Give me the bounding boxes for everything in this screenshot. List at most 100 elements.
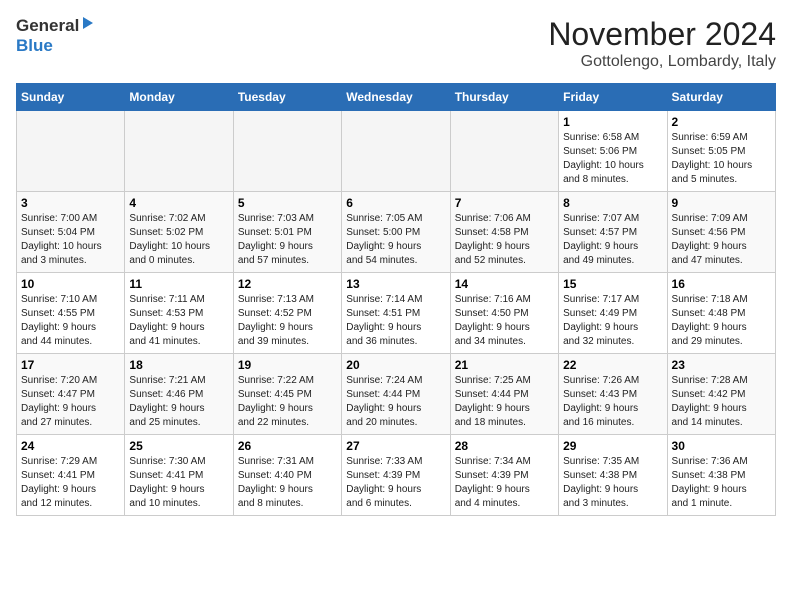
logo: General Blue: [16, 16, 95, 56]
calendar-day-cell: 28 Sunrise: 7:34 AM Sunset: 4:39 PM Dayli…: [450, 435, 558, 516]
day-info: Sunrise: 6:59 AM Sunset: 5:05 PM Dayligh…: [672, 131, 771, 187]
day-number: 24: [21, 439, 120, 453]
calendar-day-cell: 27 Sunrise: 7:33 AM Sunset: 4:39 PM Dayli…: [342, 435, 450, 516]
day-info: Sunrise: 7:17 AM Sunset: 4:49 PM Dayligh…: [563, 293, 662, 349]
day-number: 25: [129, 439, 228, 453]
day-info: Sunrise: 7:35 AM Sunset: 4:38 PM Dayligh…: [563, 455, 662, 511]
day-number: 26: [238, 439, 337, 453]
calendar-day-cell: 12 Sunrise: 7:13 AM Sunset: 4:52 PM Dayli…: [233, 273, 341, 354]
calendar-day-cell: [233, 111, 341, 192]
day-info: Sunrise: 7:20 AM Sunset: 4:47 PM Dayligh…: [21, 374, 120, 430]
weekday-header: Friday: [559, 84, 667, 111]
calendar-day-cell: 18Sunrise: 7:21 AM Sunset: 4:46 PM Dayli…: [125, 354, 233, 435]
day-number: 12: [238, 277, 337, 291]
day-number: 3: [21, 196, 120, 210]
day-info: Sunrise: 7:14 AM Sunset: 4:51 PM Dayligh…: [346, 293, 445, 349]
day-info: Sunrise: 7:13 AM Sunset: 4:52 PM Dayligh…: [238, 293, 337, 349]
calendar-day-cell: 6 Sunrise: 7:05 AM Sunset: 5:00 PM Daylig…: [342, 192, 450, 273]
calendar-day-cell: [450, 111, 558, 192]
day-number: 16: [672, 277, 771, 291]
day-info: Sunrise: 7:36 AM Sunset: 4:38 PM Dayligh…: [672, 455, 771, 511]
calendar-day-cell: 2 Sunrise: 6:59 AM Sunset: 5:05 PM Daylig…: [667, 111, 775, 192]
day-number: 10: [21, 277, 120, 291]
day-number: 30: [672, 439, 771, 453]
day-info: Sunrise: 7:18 AM Sunset: 4:48 PM Dayligh…: [672, 293, 771, 349]
calendar-week-row: 3 Sunrise: 7:00 AM Sunset: 5:04 PM Daylig…: [17, 192, 776, 273]
day-number: 13: [346, 277, 445, 291]
day-number: 22: [563, 358, 662, 372]
calendar-week-row: 24 Sunrise: 7:29 AM Sunset: 4:41 PM Dayli…: [17, 435, 776, 516]
day-number: 23: [672, 358, 771, 372]
day-info: Sunrise: 7:05 AM Sunset: 5:00 PM Dayligh…: [346, 212, 445, 268]
calendar-day-cell: 11 Sunrise: 7:11 AM Sunset: 4:53 PM Dayli…: [125, 273, 233, 354]
day-number: 20: [346, 358, 445, 372]
calendar-day-cell: 14Sunrise: 7:16 AM Sunset: 4:50 PM Dayli…: [450, 273, 558, 354]
calendar-day-cell: 13 Sunrise: 7:14 AM Sunset: 4:51 PM Dayli…: [342, 273, 450, 354]
day-info: Sunrise: 7:21 AM Sunset: 4:46 PM Dayligh…: [129, 374, 228, 430]
title-area: November 2024 Gottolengo, Lombardy, Ital…: [548, 16, 776, 71]
day-number: 19: [238, 358, 337, 372]
calendar-day-cell: 19 Sunrise: 7:22 AM Sunset: 4:45 PM Dayli…: [233, 354, 341, 435]
calendar-week-row: 10 Sunrise: 7:10 AM Sunset: 4:55 PM Dayli…: [17, 273, 776, 354]
logo-general: General: [16, 16, 79, 36]
day-info: Sunrise: 7:10 AM Sunset: 4:55 PM Dayligh…: [21, 293, 120, 349]
day-number: 9: [672, 196, 771, 210]
day-number: 4: [129, 196, 228, 210]
day-number: 28: [455, 439, 554, 453]
day-number: 27: [346, 439, 445, 453]
day-number: 17: [21, 358, 120, 372]
day-info: Sunrise: 7:02 AM Sunset: 5:02 PM Dayligh…: [129, 212, 228, 268]
calendar-day-cell: 5 Sunrise: 7:03 AM Sunset: 5:01 PM Daylig…: [233, 192, 341, 273]
day-info: Sunrise: 7:24 AM Sunset: 4:44 PM Dayligh…: [346, 374, 445, 430]
calendar-day-cell: 15 Sunrise: 7:17 AM Sunset: 4:49 PM Dayli…: [559, 273, 667, 354]
calendar-header: SundayMondayTuesdayWednesdayThursdayFrid…: [17, 84, 776, 111]
day-info: Sunrise: 7:00 AM Sunset: 5:04 PM Dayligh…: [21, 212, 120, 268]
calendar-day-cell: [125, 111, 233, 192]
day-info: Sunrise: 7:22 AM Sunset: 4:45 PM Dayligh…: [238, 374, 337, 430]
day-number: 29: [563, 439, 662, 453]
calendar-day-cell: 9 Sunrise: 7:09 AM Sunset: 4:56 PM Daylig…: [667, 192, 775, 273]
calendar-day-cell: 3 Sunrise: 7:00 AM Sunset: 5:04 PM Daylig…: [17, 192, 125, 273]
day-info: Sunrise: 7:29 AM Sunset: 4:41 PM Dayligh…: [21, 455, 120, 511]
day-info: Sunrise: 7:06 AM Sunset: 4:58 PM Dayligh…: [455, 212, 554, 268]
calendar-day-cell: 24 Sunrise: 7:29 AM Sunset: 4:41 PM Dayli…: [17, 435, 125, 516]
day-number: 1: [563, 115, 662, 129]
day-info: Sunrise: 7:25 AM Sunset: 4:44 PM Dayligh…: [455, 374, 554, 430]
day-number: 2: [672, 115, 771, 129]
day-info: Sunrise: 7:11 AM Sunset: 4:53 PM Dayligh…: [129, 293, 228, 349]
calendar-day-cell: 10 Sunrise: 7:10 AM Sunset: 4:55 PM Dayli…: [17, 273, 125, 354]
calendar-day-cell: 20 Sunrise: 7:24 AM Sunset: 4:44 PM Dayli…: [342, 354, 450, 435]
weekday-header: Tuesday: [233, 84, 341, 111]
day-info: Sunrise: 7:34 AM Sunset: 4:39 PM Dayligh…: [455, 455, 554, 511]
day-info: Sunrise: 7:28 AM Sunset: 4:42 PM Dayligh…: [672, 374, 771, 430]
weekday-header: Sunday: [17, 84, 125, 111]
calendar-day-cell: 16 Sunrise: 7:18 AM Sunset: 4:48 PM Dayli…: [667, 273, 775, 354]
day-info: Sunrise: 7:16 AM Sunset: 4:50 PM Dayligh…: [455, 293, 554, 349]
calendar-day-cell: 29 Sunrise: 7:35 AM Sunset: 4:38 PM Dayli…: [559, 435, 667, 516]
calendar-day-cell: 22Sunrise: 7:26 AM Sunset: 4:43 PM Dayli…: [559, 354, 667, 435]
day-number: 11: [129, 277, 228, 291]
day-info: Sunrise: 6:58 AM Sunset: 5:06 PM Dayligh…: [563, 131, 662, 187]
calendar-day-cell: 23 Sunrise: 7:28 AM Sunset: 4:42 PM Dayli…: [667, 354, 775, 435]
day-info: Sunrise: 7:03 AM Sunset: 5:01 PM Dayligh…: [238, 212, 337, 268]
day-info: Sunrise: 7:33 AM Sunset: 4:39 PM Dayligh…: [346, 455, 445, 511]
day-info: Sunrise: 7:07 AM Sunset: 4:57 PM Dayligh…: [563, 212, 662, 268]
header: General Blue November 2024 Gottolengo, L…: [16, 16, 776, 71]
day-info: Sunrise: 7:09 AM Sunset: 4:56 PM Dayligh…: [672, 212, 771, 268]
calendar-day-cell: 7 Sunrise: 7:06 AM Sunset: 4:58 PM Daylig…: [450, 192, 558, 273]
day-number: 8: [563, 196, 662, 210]
day-number: 6: [346, 196, 445, 210]
weekday-header: Saturday: [667, 84, 775, 111]
day-info: Sunrise: 7:30 AM Sunset: 4:41 PM Dayligh…: [129, 455, 228, 511]
calendar: SundayMondayTuesdayWednesdayThursdayFrid…: [16, 83, 776, 516]
day-number: 15: [563, 277, 662, 291]
calendar-day-cell: 25 Sunrise: 7:30 AM Sunset: 4:41 PM Dayli…: [125, 435, 233, 516]
month-title: November 2024: [548, 16, 776, 53]
weekday-header: Thursday: [450, 84, 558, 111]
day-number: 5: [238, 196, 337, 210]
weekday-header: Wednesday: [342, 84, 450, 111]
day-number: 7: [455, 196, 554, 210]
location-title: Gottolengo, Lombardy, Italy: [548, 53, 776, 71]
calendar-day-cell: 8 Sunrise: 7:07 AM Sunset: 4:57 PM Daylig…: [559, 192, 667, 273]
calendar-day-cell: 1 Sunrise: 6:58 AM Sunset: 5:06 PM Daylig…: [559, 111, 667, 192]
